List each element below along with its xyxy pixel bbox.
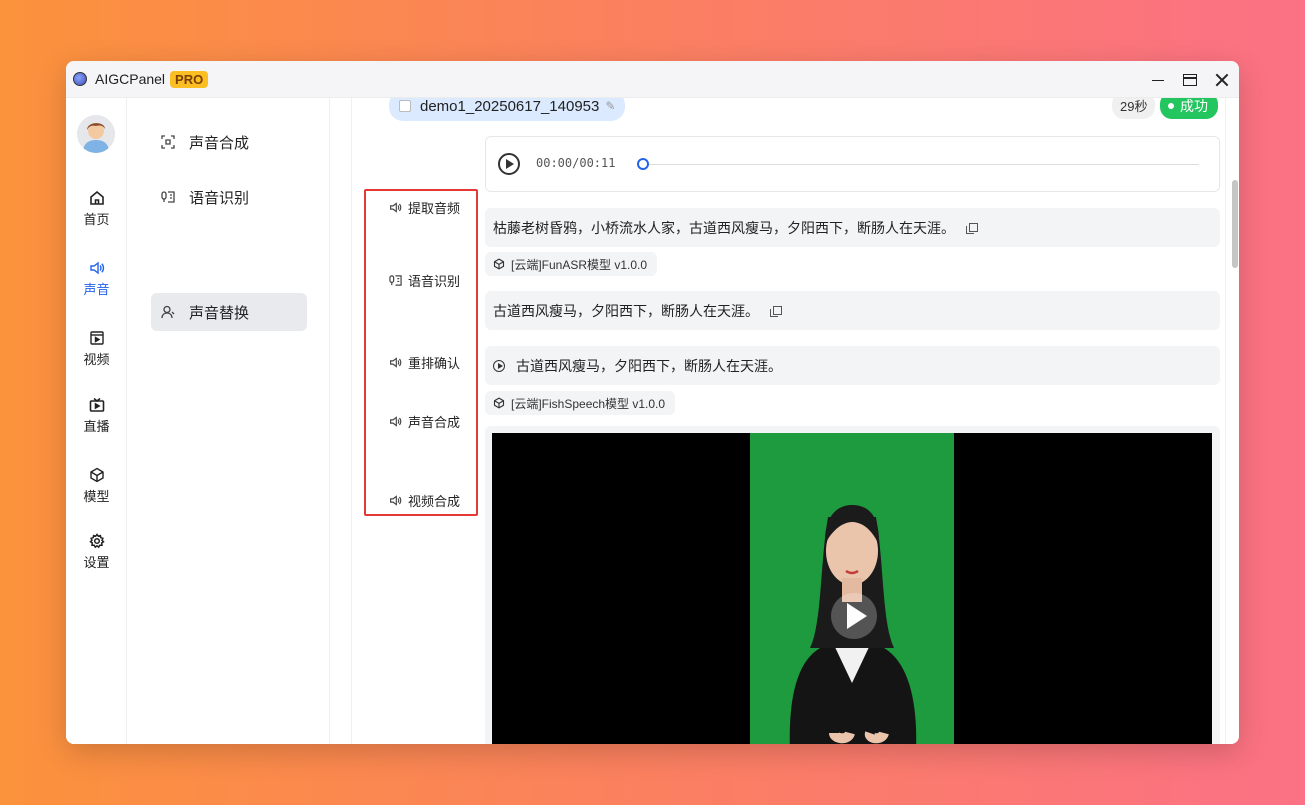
sound-submenu: 声音合成 语音识别 声音替换	[127, 98, 330, 744]
confirmed-text: 古道西风瘦马，夕阳西下，断肠人在天涯。	[493, 302, 759, 319]
file-name: demo1_20250617_140953	[420, 98, 600, 115]
asr-model-label: [云端]FunASR模型 v1.0.0	[511, 257, 648, 272]
audio-progress-knob[interactable]	[637, 158, 649, 170]
app-window: AIGCPanel PRO 首页 声音 视频 直播 模型 设置 声音合成 语音识…	[66, 61, 1239, 744]
step-label: 声音合成	[408, 415, 461, 430]
step-confirm: 重排确认	[389, 353, 460, 372]
cube-icon	[493, 258, 505, 270]
rail-item-live[interactable]: 直播	[66, 397, 127, 435]
play-icon[interactable]	[498, 153, 520, 175]
select-checkbox[interactable]	[399, 100, 411, 112]
tts-model-label: [云端]FishSpeech模型 v1.0.0	[511, 396, 666, 411]
window-controls	[1151, 61, 1229, 98]
rail-item-model[interactable]: 模型	[66, 467, 127, 505]
recognized-text-row: 枯藤老树昏鸦，小桥流水人家，古道西风瘦马，夕阳西下，断肠人在天涯。	[485, 208, 1220, 247]
step-extract-audio: 提取音频	[389, 198, 460, 217]
scrollbar[interactable]	[1231, 98, 1239, 744]
play-icon[interactable]	[493, 359, 505, 372]
gear-icon	[88, 533, 105, 549]
speaker-icon	[390, 416, 402, 427]
rail-item-video[interactable]: 视频	[66, 330, 127, 368]
confirmed-text-row: 古道西风瘦马，夕阳西下，断肠人在天涯。	[485, 291, 1220, 330]
submenu-item-label: 声音替换	[189, 304, 250, 322]
audio-progress-track[interactable]	[644, 164, 1199, 165]
recognized-text: 枯藤老树昏鸦，小桥流水人家，古道西风瘦马，夕阳西下，断肠人在天涯。	[493, 219, 955, 236]
green-screen-background	[750, 433, 954, 744]
speaker-icon	[390, 202, 402, 213]
nav-rail: 首页 声音 视频 直播 模型 设置	[66, 98, 127, 744]
synth-text-row: 古道西风瘦马，夕阳西下，断肠人在天涯。	[485, 346, 1220, 385]
step-label: 视频合成	[408, 494, 461, 509]
copy-icon[interactable]	[770, 306, 782, 317]
minimize-icon[interactable]	[1151, 73, 1165, 87]
rail-item-settings[interactable]: 设置	[66, 533, 127, 571]
video-player[interactable]	[492, 433, 1212, 744]
submenu-item-asr[interactable]: 语音识别	[151, 178, 307, 216]
avatar[interactable]	[77, 115, 115, 153]
duration-badge: 29秒	[1112, 98, 1156, 119]
title-bar: AIGCPanel PRO	[66, 61, 1239, 98]
status-dot-icon	[1168, 102, 1174, 109]
speaker-icon	[89, 261, 104, 275]
submenu-item-tts[interactable]: 声音合成	[151, 123, 307, 161]
synth-text: 古道西风瘦马，夕阳西下，断肠人在天涯。	[516, 357, 782, 374]
audio-player: 00:00/00:11	[485, 136, 1220, 192]
maximize-icon[interactable]	[1183, 74, 1197, 86]
step-video-synth: 视频合成	[389, 491, 460, 510]
edit-icon[interactable]: ✎	[605, 99, 615, 113]
rail-item-label: 设置	[83, 555, 110, 570]
submenu-item-label: 声音合成	[189, 134, 250, 152]
pro-badge: PRO	[170, 70, 209, 88]
scan-icon	[161, 135, 175, 149]
close-icon[interactable]	[1215, 73, 1229, 87]
rail-item-label: 视频	[83, 352, 110, 367]
video-preview-container	[485, 426, 1220, 744]
submenu-item-voice-replace[interactable]: 声音替换	[151, 293, 307, 331]
status-label: 成功	[1180, 98, 1208, 114]
cube-icon	[493, 397, 505, 409]
submenu-item-label: 语音识别	[189, 189, 250, 207]
step-label: 重排确认	[408, 356, 461, 371]
main-content: demo1_20250617_140953 ✎ 29秒 成功 提取音频 语音识别…	[330, 98, 1239, 744]
mic-text-icon	[389, 275, 402, 286]
video-icon	[89, 331, 104, 345]
video-play-icon[interactable]	[831, 593, 877, 639]
scrollbar-thumb[interactable]	[1232, 180, 1238, 268]
tv-icon	[89, 397, 104, 412]
step-label: 语音识别	[408, 274, 461, 289]
tts-model-tag: [云端]FishSpeech模型 v1.0.0	[485, 391, 676, 415]
asr-model-tag: [云端]FunASR模型 v1.0.0	[485, 252, 658, 276]
step-asr: 语音识别	[389, 271, 460, 290]
audio-time: 00:00/00:11	[536, 156, 616, 170]
app-title: AIGCPanel	[95, 71, 166, 87]
presenter-figure	[789, 505, 917, 744]
rail-item-label: 模型	[83, 489, 110, 504]
step-tts: 声音合成	[389, 412, 460, 431]
rail-item-home[interactable]: 首页	[66, 190, 127, 228]
speaker-icon	[390, 357, 402, 368]
rail-item-label: 首页	[83, 212, 110, 227]
rail-item-sound[interactable]: 声音	[66, 260, 127, 298]
rail-item-label: 直播	[83, 419, 110, 434]
step-label: 提取音频	[408, 201, 461, 216]
mic-text-icon	[161, 191, 175, 203]
task-card: demo1_20250617_140953 ✎ 29秒 成功 提取音频 语音识别…	[351, 98, 1226, 744]
file-name-chip[interactable]: demo1_20250617_140953 ✎	[389, 98, 626, 121]
app-logo-icon	[73, 72, 87, 86]
speaker-icon	[390, 495, 402, 506]
rail-item-label: 声音	[83, 282, 110, 297]
status-badge: 成功	[1160, 98, 1218, 119]
cube-icon	[89, 467, 104, 483]
home-icon	[89, 190, 104, 205]
person-icon	[161, 305, 175, 319]
copy-icon[interactable]	[966, 223, 978, 234]
